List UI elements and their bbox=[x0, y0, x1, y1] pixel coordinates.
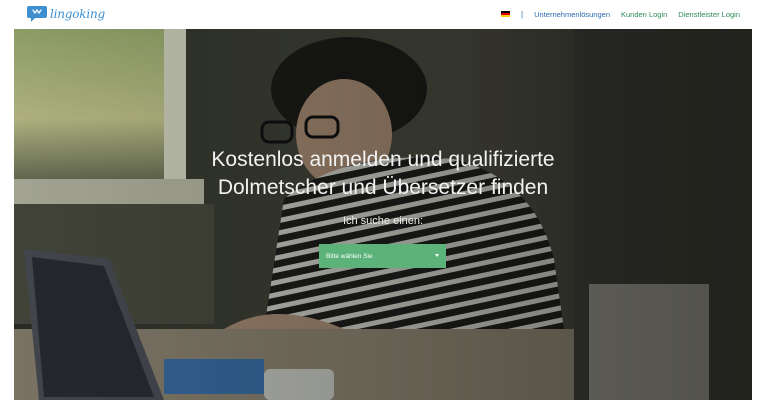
nav-link-customer-login[interactable]: Kunden Login bbox=[621, 10, 667, 19]
hero-headline-line1: Kostenlos anmelden und qualifizierte bbox=[211, 148, 555, 171]
hero-section: Kostenlos anmelden und qualifizierte Dol… bbox=[14, 29, 752, 400]
nav-link-provider-login[interactable]: Dienstleister Login bbox=[678, 10, 740, 19]
caret-down-icon bbox=[435, 254, 439, 257]
nav-separator: | bbox=[521, 9, 524, 19]
speech-bubble-logo-icon bbox=[27, 6, 47, 22]
top-header: lingoking | Unternehmenlösungen Kunden L… bbox=[0, 0, 762, 28]
german-flag-icon[interactable] bbox=[501, 11, 511, 17]
logo-text: lingoking bbox=[50, 7, 106, 21]
logo[interactable]: lingoking bbox=[26, 4, 105, 24]
hero-subtitle: Ich suche einen: bbox=[342, 215, 424, 227]
select-value: Bitte wählen Sie bbox=[326, 252, 373, 260]
top-nav: | Unternehmenlösungen Kunden Login Diens… bbox=[501, 0, 740, 28]
hero-headline: Kostenlos anmelden und qualifizierte Dol… bbox=[14, 146, 752, 202]
hero-headline-line2: Dolmetscher und Übersetzer finden bbox=[217, 176, 549, 199]
nav-link-business-solutions[interactable]: Unternehmenlösungen bbox=[534, 10, 610, 19]
translator-type-select[interactable]: Bitte wählen Sie bbox=[319, 244, 446, 268]
